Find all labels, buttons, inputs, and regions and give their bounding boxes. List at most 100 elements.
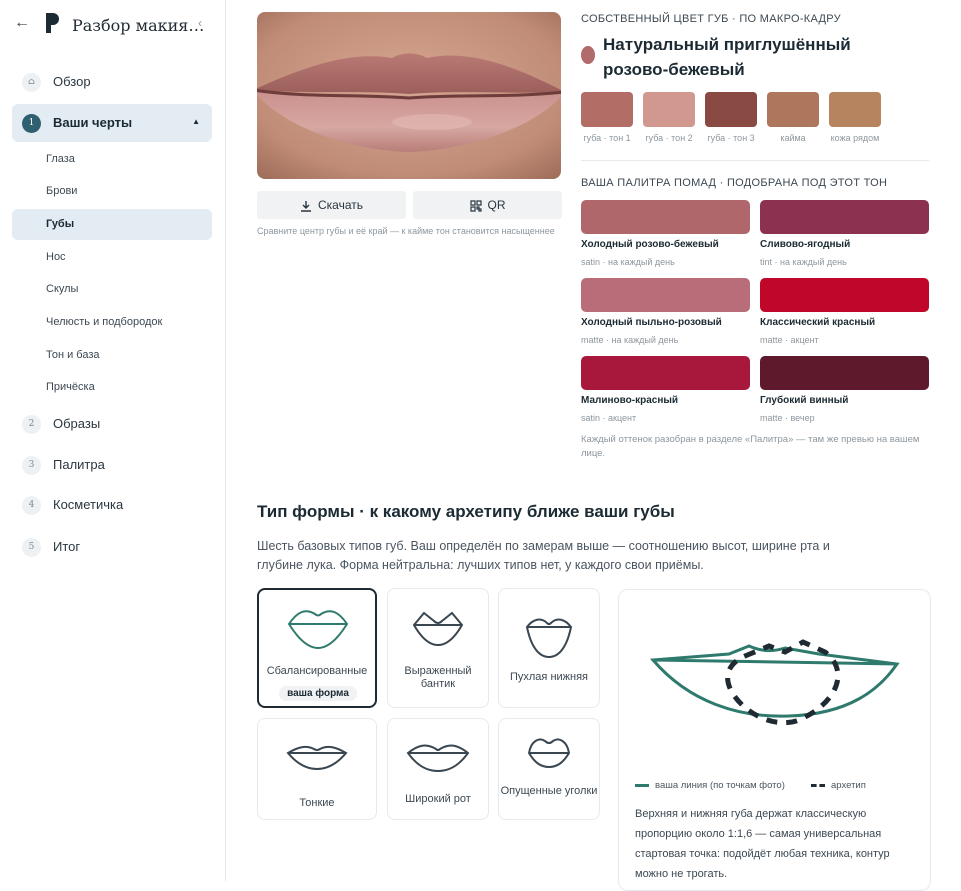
cupid-bow-lips-icon (412, 611, 464, 647)
qr-button[interactable]: QR (413, 191, 562, 219)
lip-shape-overlay-diagram (649, 639, 900, 726)
shape-card-wide[interactable]: Широкий рот (387, 718, 489, 820)
sub-item-hair[interactable]: Причёска (12, 372, 212, 403)
back-arrow-icon[interactable]: ← (14, 14, 30, 32)
nav-label: Палитра (53, 457, 105, 472)
legend-your-line-label: ваша линия (по точкам фото) (655, 780, 785, 791)
shape-card-label: Тонкие (299, 797, 335, 809)
shape-card-label: Сбалансированные (266, 665, 368, 677)
tone-swatch (581, 92, 633, 127)
qr-label: QR (487, 198, 506, 212)
lipstick-swatch[interactable] (760, 278, 929, 312)
step-number: 3 (22, 456, 41, 475)
nav-item-palette[interactable]: 3 Палитра (12, 446, 212, 484)
lipstick-finish: matte · акцент (760, 335, 819, 345)
nav-item-overview[interactable]: ⌂ Обзор (12, 63, 212, 101)
home-icon: ⌂ (22, 73, 41, 92)
collapse-sidebar-icon[interactable]: ‹ (198, 16, 202, 30)
sub-label: Брови (46, 185, 78, 197)
sub-item-brows[interactable]: Брови (12, 176, 212, 207)
thin-lips-icon (286, 745, 348, 771)
tone-swatch (705, 92, 757, 127)
lipstick-finish: matte · вечер (760, 413, 815, 423)
lipstick-swatch[interactable] (581, 278, 750, 312)
nav-label: Косметичка (53, 497, 124, 512)
step-number: 2 (22, 415, 41, 434)
sidebar-header: ← Разбор макия… ‹ (0, 0, 225, 50)
lipstick-finish: matte · на каждый день (581, 335, 679, 345)
download-label: Скачать (318, 198, 363, 212)
download-icon (301, 200, 311, 212)
nav-item-features[interactable]: 1 Ваши черты ▲ (12, 104, 212, 142)
step-number: 1 (22, 114, 41, 133)
sub-label: Причёска (46, 381, 95, 393)
sub-item-nose[interactable]: Нос (12, 242, 212, 273)
sub-label: Тон и база (46, 349, 100, 361)
legend-archetype-label: архетип (831, 780, 866, 791)
tone-swatch-label: губа · тон 1 (583, 133, 631, 143)
downturned-lips-icon (527, 738, 571, 769)
shape-card-balanced[interactable]: Сбалансированные ваша форма (257, 588, 377, 708)
your-shape-badge: ваша форма (279, 686, 357, 701)
sub-item-cheekbones[interactable]: Скулы (12, 274, 212, 305)
dashed-line-swatch (811, 783, 825, 787)
legend-your-line: ваша линия (по точкам фото) (635, 780, 785, 791)
brand-title: Разбор макия… (72, 16, 205, 35)
nav-item-cosmetic-bag[interactable]: 4 Косметичка (12, 486, 212, 524)
shape-section-title: Тип формы · к какому архетипу ближе ваши… (257, 502, 675, 521)
tone-swatch (829, 92, 881, 127)
tone-swatch-label: кожа рядом (830, 133, 880, 143)
lipstick-name: Глубокий винный (760, 395, 849, 406)
balanced-lips-icon (287, 610, 349, 650)
nav-label: Обзор (53, 74, 91, 89)
full-lower-lips-icon (525, 618, 573, 659)
lipstick-swatch[interactable] (760, 200, 929, 234)
shape-card-label: Опущенные уголки (500, 785, 598, 797)
sub-item-skin-tone[interactable]: Тон и база (12, 340, 212, 371)
own-color-overline: СОБСТВЕННЫЙ ЦВЕТ ГУБ · ПО МАКРО-КАДРУ (581, 13, 841, 25)
lipstick-swatch[interactable] (581, 356, 750, 390)
caret-up-icon: ▲ (192, 117, 200, 126)
shape-detail-card: ваша линия (по точкам фото) архетип Верх… (618, 589, 931, 891)
wide-lips-icon (406, 744, 470, 773)
sub-item-lips[interactable]: Губы (12, 209, 212, 240)
lipstick-name: Малиново-красный (581, 395, 679, 406)
lipstick-finish: satin · на каждый день (581, 257, 675, 267)
shape-card-cupid-bow[interactable]: Выраженный бантик (387, 588, 489, 708)
shape-card-label: Выраженный бантик (404, 665, 472, 690)
nav-label: Итог (53, 539, 81, 554)
qr-code-icon (469, 200, 482, 212)
nav-label: Ваши черты (53, 115, 133, 130)
solid-line-swatch (635, 783, 649, 787)
tone-color-dot (581, 46, 595, 64)
nav-item-summary[interactable]: 5 Итог (12, 528, 212, 566)
download-button[interactable]: Скачать (257, 191, 406, 219)
shape-card-thin[interactable]: Тонкие (257, 718, 377, 820)
tone-swatch (643, 92, 695, 127)
sub-item-jaw[interactable]: Челюсть и подбородок (12, 307, 212, 338)
sub-label: Челюсть и подбородок (46, 316, 163, 328)
lipstick-swatch[interactable] (760, 356, 929, 390)
tone-title: Натуральный приглушённый розово-бежевый (603, 35, 851, 79)
palette-note: Каждый оттенок разобран в разделе «Палит… (581, 434, 920, 459)
lipstick-name: Холодный пыльно-розовый (581, 317, 722, 328)
sidebar: ← Разбор макия… ‹ ⌂ Обзор 1 Ваши черты ▲… (0, 0, 226, 881)
lipstick-name: Холодный розово-бежевый (581, 239, 719, 250)
divider (581, 160, 929, 161)
nav-item-looks[interactable]: 2 Образы (12, 405, 212, 443)
sub-label: Нос (46, 251, 66, 263)
sub-item-eyes[interactable]: Глаза (12, 144, 212, 175)
tone-swatch-label: губа · тон 2 (645, 133, 693, 143)
shape-detail-text: Верхняя и нижняя губа держат классическу… (635, 808, 890, 880)
palette-overline: ВАША ПАЛИТРА ПОМАД · ПОДОБРАНА ПОД ЭТОТ … (581, 177, 888, 189)
tone-swatch (767, 92, 819, 127)
lipstick-finish: tint · на каждый день (760, 257, 847, 267)
shape-card-downturned[interactable]: Опущенные уголки (498, 718, 600, 820)
photo-caption: Сравните центр губы и её край — к кайме … (257, 226, 555, 236)
shape-card-full-lower[interactable]: Пухлая нижняя (498, 588, 600, 708)
nav-label: Образы (53, 416, 101, 431)
shape-section-description: Шесть базовых типов губ. Ваш определён п… (257, 539, 830, 572)
lipstick-name: Сливово-ягодный (760, 239, 851, 250)
lipstick-swatch[interactable] (581, 200, 750, 234)
legend-archetype: архетип (811, 780, 866, 791)
